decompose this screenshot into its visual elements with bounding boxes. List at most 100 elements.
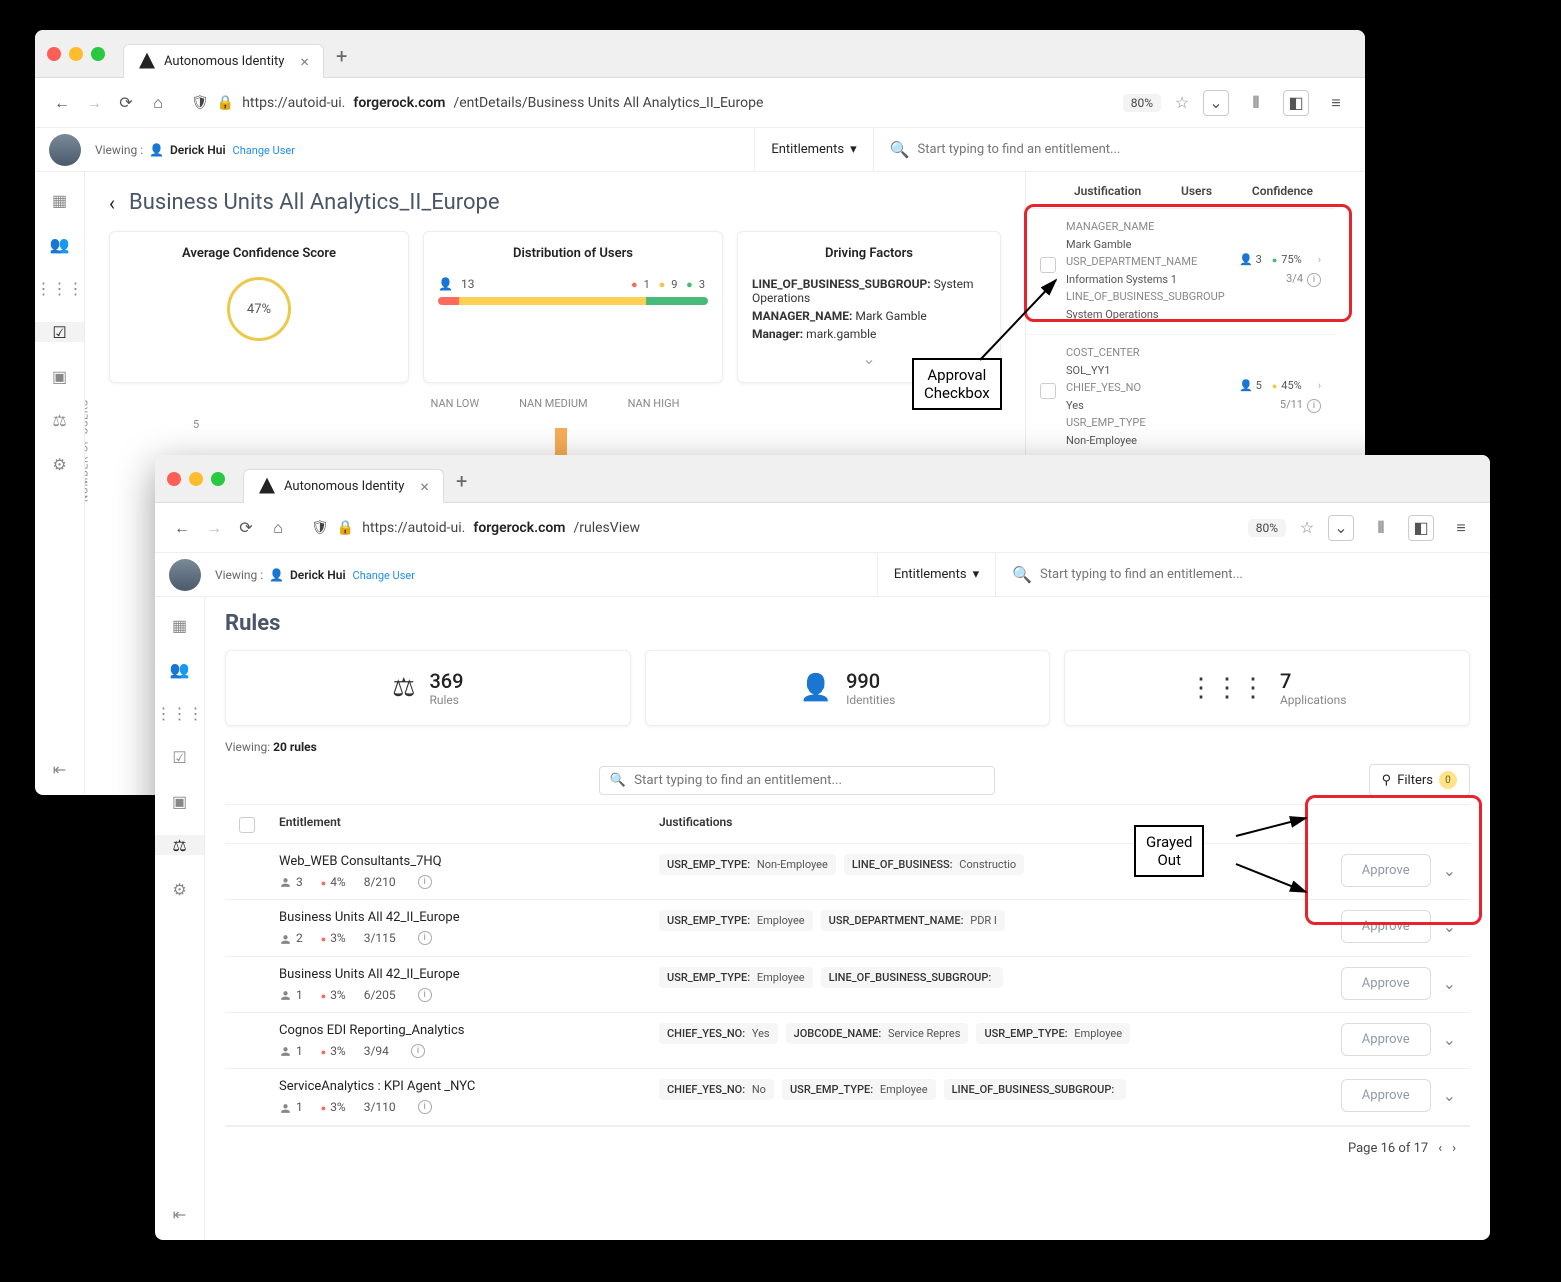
bookmark-icon[interactable]: ☆ — [1171, 92, 1193, 114]
search-icon: 🔍 — [610, 773, 626, 788]
table-row: Business Units All 42_II_Europe 2 3% 3/1… — [225, 900, 1470, 956]
id-icon[interactable]: ▣ — [50, 366, 70, 386]
minimize-window-icon[interactable] — [189, 472, 203, 486]
back-icon[interactable]: ← — [51, 92, 73, 114]
viewing-label: Viewing : 👤 Derick Hui Change User — [95, 143, 295, 157]
close-window-icon[interactable] — [47, 47, 61, 61]
approve-button[interactable]: Approve — [1341, 854, 1431, 887]
browser-tab[interactable]: Autonomous Identity × — [123, 44, 324, 78]
bookmark-icon[interactable]: ☆ — [1296, 517, 1318, 539]
minimize-window-icon[interactable] — [69, 47, 83, 61]
zoom-level[interactable]: 80% — [1248, 519, 1286, 537]
info-icon[interactable]: i — [411, 1044, 425, 1058]
expand-row-icon[interactable]: ⌄ — [1443, 861, 1456, 880]
info-icon[interactable]: i — [418, 1100, 432, 1114]
zoom-level[interactable]: 80% — [1123, 94, 1161, 112]
approve-button[interactable]: Approve — [1341, 1079, 1431, 1112]
library-icon[interactable]: ⫴ — [1243, 90, 1269, 116]
approval-checkbox[interactable] — [1040, 383, 1056, 399]
new-tab-icon[interactable]: + — [456, 469, 467, 493]
info-icon[interactable]: i — [1307, 273, 1321, 287]
change-user-link[interactable]: Change User — [233, 144, 295, 157]
search-input[interactable] — [1040, 567, 1474, 582]
info-icon[interactable]: i — [418, 875, 432, 889]
extension-icon[interactable]: ◧ — [1283, 90, 1309, 116]
home-icon[interactable]: ⌂ — [267, 517, 289, 539]
expand-row-icon[interactable]: ⌄ — [1443, 974, 1456, 993]
justification-item[interactable]: COST_CENTERSOL_YY1 CHIEF_YES_NOYes USR_E… — [1026, 335, 1335, 461]
lock-icon: 🔒 — [337, 520, 354, 536]
check-icon[interactable]: ☑ — [170, 747, 190, 767]
grid-icon[interactable]: ⋮⋮⋮ — [50, 278, 70, 298]
chevron-right-icon[interactable]: › — [1318, 379, 1321, 392]
maximize-window-icon[interactable] — [211, 472, 225, 486]
filters-button[interactable]: ⚲ Filters 0 — [1369, 764, 1470, 796]
approve-button[interactable]: Approve — [1341, 910, 1431, 943]
forward-icon[interactable]: → — [203, 517, 225, 539]
expand-row-icon[interactable]: ⌄ — [1443, 1030, 1456, 1049]
approve-button[interactable]: Approve — [1341, 1023, 1431, 1056]
approval-checkbox[interactable] — [1040, 257, 1056, 273]
users-count: 1 — [279, 1044, 303, 1058]
entitlements-dropdown[interactable]: Entitlements▾ — [877, 553, 995, 596]
gear-icon[interactable]: ⚙ — [170, 879, 190, 899]
gavel-icon[interactable]: ⚖ — [50, 410, 70, 430]
tab-nan-medium[interactable]: NAN MEDIUM — [519, 397, 588, 410]
select-all-checkbox[interactable] — [239, 817, 255, 833]
users-icon[interactable]: 👥 — [170, 659, 190, 679]
grid-icon[interactable]: ⋮⋮⋮ — [170, 703, 190, 723]
back-icon[interactable]: ← — [171, 517, 193, 539]
tab-nan-low[interactable]: NAN LOW — [431, 397, 480, 410]
expand-row-icon[interactable]: ⌄ — [1443, 1086, 1456, 1105]
avatar[interactable] — [169, 559, 201, 591]
home-icon[interactable]: ⌂ — [147, 92, 169, 114]
tab-nan-high[interactable]: NAN HIGH — [628, 397, 680, 410]
new-tab-icon[interactable]: + — [336, 44, 347, 68]
prev-page-icon[interactable]: ‹ — [1438, 1141, 1442, 1156]
gear-icon[interactable]: ⚙ — [50, 454, 70, 474]
avatar[interactable] — [49, 134, 81, 166]
library-icon[interactable]: ⫴ — [1368, 515, 1394, 541]
browser-tab[interactable]: Autonomous Identity × — [243, 469, 444, 503]
rules-search-input[interactable] — [634, 773, 984, 788]
check-icon[interactable]: ☑ — [35, 322, 84, 342]
justification-tag: LINE_OF_BUSINESS_SUBGROUP: — [821, 967, 1004, 988]
justification-tag: LINE_OF_BUSINESS_SUBGROUP: — [944, 1079, 1127, 1100]
dashboard-icon[interactable]: ▦ — [170, 615, 190, 635]
close-tab-icon[interactable]: × — [300, 52, 309, 71]
reload-icon[interactable]: ⟳ — [235, 517, 257, 539]
menu-icon[interactable]: ≡ — [1323, 90, 1349, 116]
menu-icon[interactable]: ≡ — [1448, 515, 1474, 541]
collapse-icon[interactable]: ⇤ — [50, 759, 70, 779]
approve-button[interactable]: Approve — [1341, 967, 1431, 1000]
collapse-icon[interactable]: ⇤ — [170, 1204, 190, 1224]
info-icon[interactable]: i — [418, 988, 432, 1002]
users-icon[interactable]: 👥 — [50, 234, 70, 254]
pocket-icon[interactable]: ⌄ — [1328, 515, 1354, 541]
next-page-icon[interactable]: › — [1452, 1141, 1456, 1156]
info-icon[interactable]: i — [418, 931, 432, 945]
maximize-window-icon[interactable] — [91, 47, 105, 61]
justification-tag: JOBCODE_NAME: Service Repres — [786, 1023, 969, 1044]
id-icon[interactable]: ▣ — [170, 791, 190, 811]
url-bar[interactable]: 🛡 🔒 https://autoid-ui.forgerock.com/entD… — [179, 95, 1113, 111]
justification-item[interactable]: MANAGER_NAMEMark Gamble USR_DEPARTMENT_N… — [1026, 209, 1335, 335]
pocket-icon[interactable]: ⌄ — [1203, 90, 1229, 116]
info-icon[interactable]: i — [1307, 399, 1321, 413]
back-button[interactable]: ‹ — [109, 191, 115, 215]
entitlements-dropdown[interactable]: Entitlements▾ — [754, 128, 872, 171]
chevron-right-icon[interactable]: › — [1318, 253, 1321, 266]
close-window-icon[interactable] — [167, 472, 181, 486]
close-tab-icon[interactable]: × — [420, 477, 429, 496]
dashboard-icon[interactable]: ▦ — [50, 190, 70, 210]
extension-icon[interactable]: ◧ — [1408, 515, 1434, 541]
search-input[interactable] — [918, 142, 1349, 157]
main-content: Rules ⚖ 369Rules 👤 990Identities ⋮⋮⋮ 7Ap… — [205, 597, 1490, 1240]
url-prefix: https://autoid-ui. — [362, 520, 465, 536]
expand-row-icon[interactable]: ⌄ — [1443, 917, 1456, 936]
forward-icon[interactable]: → — [83, 92, 105, 114]
url-bar[interactable]: 🛡 🔒 https://autoid-ui.forgerock.com/rule… — [299, 520, 1238, 536]
change-user-link[interactable]: Change User — [353, 569, 415, 582]
reload-icon[interactable]: ⟳ — [115, 92, 137, 114]
gavel-icon[interactable]: ⚖ — [155, 835, 204, 855]
